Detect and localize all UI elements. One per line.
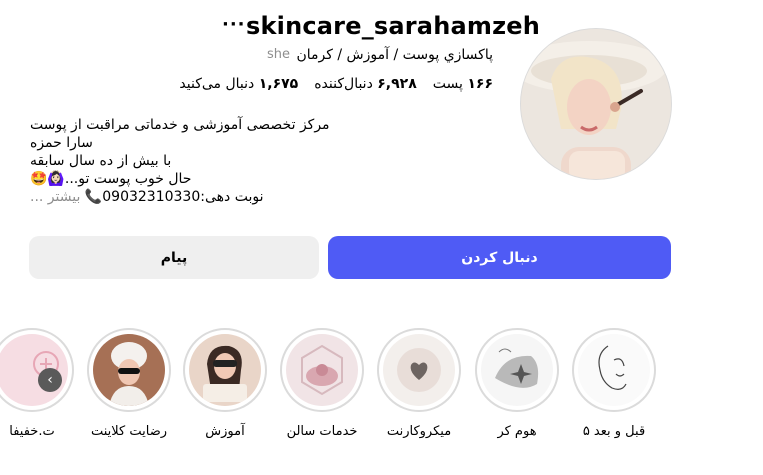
highlight-label: میکروکارنت — [386, 424, 452, 439]
highlight-ring — [0, 328, 74, 412]
highlight-label: هوم کر — [497, 424, 537, 439]
profile-avatar[interactable] — [520, 28, 672, 180]
highlight-cover — [286, 334, 358, 406]
highlight-item[interactable]: میکروکارنت — [377, 328, 461, 439]
highlight-label: قبل و بعد ۵ — [582, 424, 646, 439]
followers-stat[interactable]: ۶,۹۲۸ دنبال‌کننده — [314, 76, 417, 92]
profile-username: skincare_sarahamzeh — [246, 12, 541, 40]
highlight-item[interactable]: ت.خفیفا — [0, 328, 74, 439]
highlight-item[interactable]: رضایت کلاینت — [87, 328, 171, 439]
highlight-ring — [280, 328, 364, 412]
highlight-item[interactable]: خدمات سالن — [280, 328, 364, 439]
highlight-item[interactable]: قبل و بعد ۵ — [572, 328, 656, 439]
highlight-label: خدمات سالن — [286, 424, 358, 439]
highlight-cover — [578, 334, 650, 406]
more-options-icon[interactable]: ··· — [222, 14, 246, 35]
posts-count: ۱۶۶ — [467, 76, 493, 92]
highlight-cover — [383, 334, 455, 406]
follow-button[interactable]: دنبال کردن — [328, 236, 671, 279]
highlight-cover — [189, 334, 261, 406]
posts-label: پست — [432, 76, 463, 92]
profile-category: پاکسازي پوست / آموزش / کرمان — [296, 47, 494, 63]
profile-stats: ۱۶۶ پست ۶,۹۲۸ دنبال‌کننده ۱,۶۷۵ دنبال می… — [179, 76, 493, 92]
bio-line: با بیش از ده سال سابقه — [30, 153, 172, 169]
followers-label: دنبال‌کننده — [314, 76, 373, 92]
highlight-item[interactable]: آموزش — [183, 328, 267, 439]
highlight-label: ت.خفیفا — [9, 424, 55, 439]
highlight-ring — [475, 328, 559, 412]
highlight-ring — [87, 328, 171, 412]
bio-more-link[interactable]: بیشتر ... — [30, 189, 80, 205]
highlight-cover — [481, 334, 553, 406]
highlight-label: آموزش — [205, 424, 245, 439]
highlight-ring — [572, 328, 656, 412]
following-stat[interactable]: ۱,۶۷۵ دنبال می‌کنید — [179, 76, 298, 92]
following-count: ۱,۶۷۵ — [258, 76, 299, 92]
highlight-ring — [183, 328, 267, 412]
highlights-prev-arrow-icon[interactable]: ‹ — [38, 368, 62, 392]
bio-line: مرکز تخصصی آموزشی و خدماتی مراقبت از پوس… — [30, 117, 330, 133]
posts-stat[interactable]: ۱۶۶ پست — [433, 76, 493, 92]
avatar-image — [521, 29, 671, 179]
bio-line: حال خوب پوست تو...🙆🏻‍♀️🤩 — [30, 171, 192, 187]
bio-phone: نوبت دهی:09032310330📞 — [84, 189, 264, 205]
highlight-cover — [93, 334, 165, 406]
bio-line: نوبت دهی:09032310330📞 بیشتر ... — [30, 188, 350, 206]
profile-pronoun: she — [267, 47, 291, 62]
highlight-item[interactable]: هوم کر — [475, 328, 559, 439]
highlight-label: رضایت کلاینت — [90, 424, 168, 439]
profile-bio: مرکز تخصصی آموزشی و خدماتی مراقبت از پوس… — [30, 116, 350, 206]
highlight-ring — [377, 328, 461, 412]
bio-line: سارا حمزه — [30, 135, 93, 151]
message-button[interactable]: پیام — [29, 236, 319, 279]
following-label: دنبال می‌کنید — [179, 76, 255, 92]
followers-count: ۶,۹۲۸ — [377, 76, 417, 92]
